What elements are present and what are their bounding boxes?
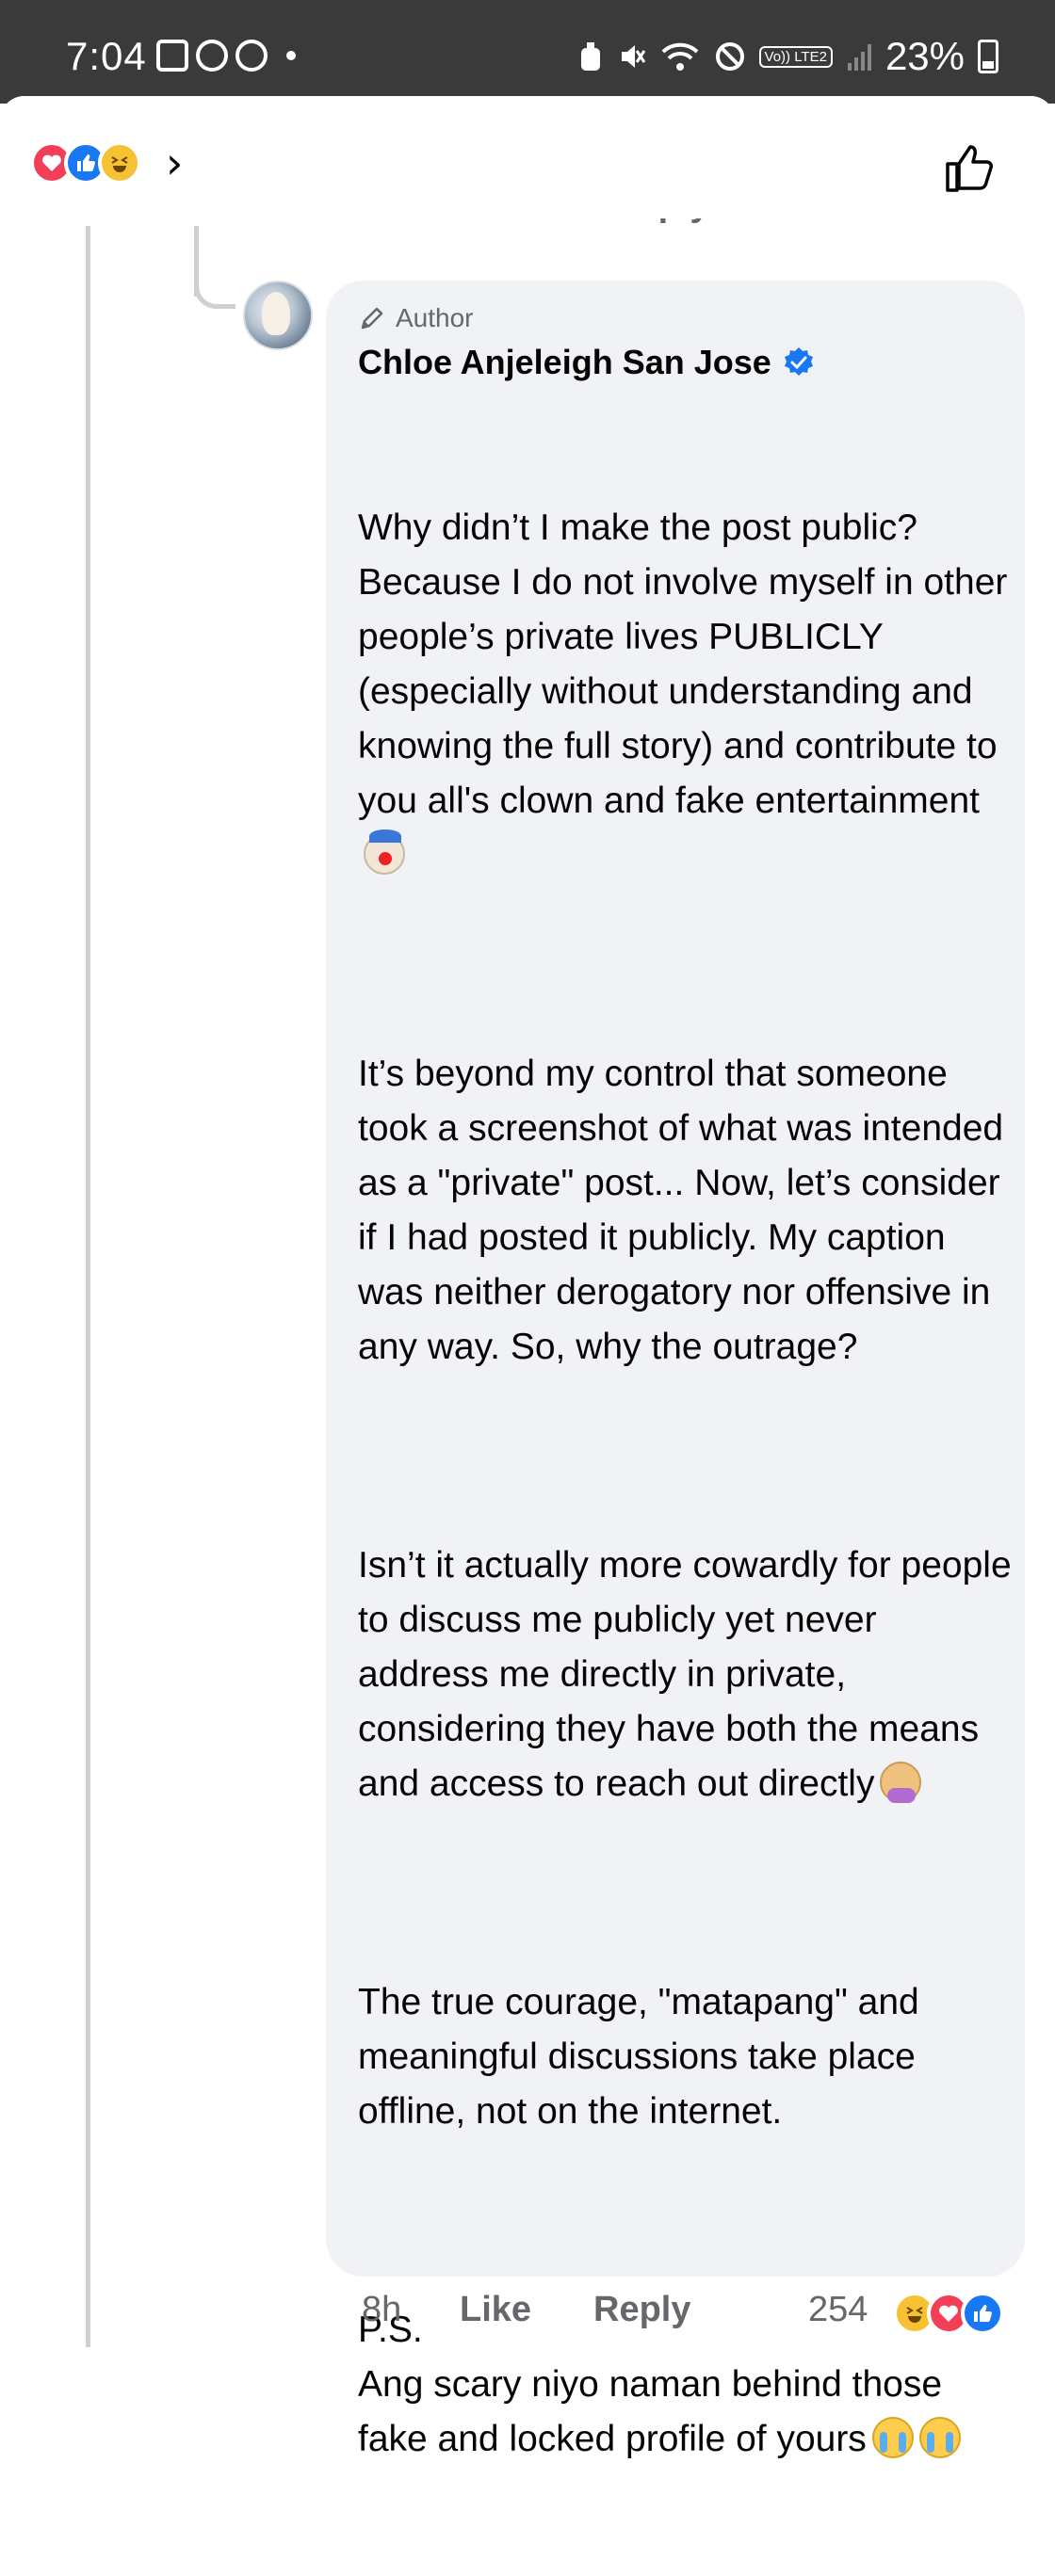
chevron-right-icon[interactable]: › <box>166 141 183 185</box>
alarm-icon <box>580 42 600 71</box>
comment-reactions[interactable] <box>893 2292 1004 2335</box>
comment-time: 8h <box>362 2290 402 2329</box>
loudly-crying-face-emoji-icon <box>871 2417 914 2458</box>
person-shrugging-emoji-icon <box>880 1762 922 1803</box>
more-notifications-dot-icon <box>286 51 296 60</box>
comment-actions: 8h Like Reply 254 <box>0 2290 1055 2343</box>
signal-icon <box>847 44 871 71</box>
mute-icon <box>621 45 645 68</box>
comment-paragraph: It’s beyond my control that someone took… <box>358 1054 1014 1367</box>
reply-button[interactable]: Reply <box>593 2290 690 2330</box>
whatsapp-business-icon <box>235 40 268 72</box>
status-bar: 7:04 Vo)) LTE2 23% <box>0 0 1055 104</box>
haha-reaction-icon <box>98 141 141 185</box>
battery-percentage: 23% <box>885 34 965 78</box>
like-button[interactable]: Like <box>460 2290 531 2330</box>
whatsapp-icon <box>196 40 228 72</box>
clown-face-emoji-icon <box>364 829 405 875</box>
like-reaction-icon <box>961 2292 1004 2335</box>
do-not-disturb-icon <box>715 42 744 71</box>
reactions-summary[interactable]: › <box>30 141 183 185</box>
author-name-row: Chloe Anjeleigh San Jose <box>358 343 815 382</box>
comment-paragraph: Isn’t it actually more cowardly for peop… <box>358 1545 1022 1804</box>
volte-indicator: Vo)) LTE2 <box>758 45 833 68</box>
verified-badge-icon <box>784 347 813 376</box>
reaction-count[interactable]: 254 <box>808 2290 868 2330</box>
author-badge: Author <box>358 303 474 333</box>
author-badge-label: Author <box>396 303 474 332</box>
comment-bubble[interactable]: Author Chloe Anjeleigh San Jose Why didn… <box>326 281 1025 2459</box>
comment-body: Why didn’t I make the post public? Becau… <box>358 392 1017 2576</box>
avatar[interactable] <box>243 281 313 350</box>
wifi-icon <box>661 42 698 71</box>
notification-icons <box>156 40 296 72</box>
gallery-icon <box>156 40 188 72</box>
thread-branch <box>194 275 235 309</box>
comment-paragraph: Why didn’t I make the post public? Becau… <box>358 501 1017 883</box>
comment-paragraph: The true courage, "matapang" and meaning… <box>358 1982 930 2132</box>
pencil-icon <box>361 307 383 330</box>
author-name[interactable]: Chloe Anjeleigh San Jose <box>358 343 771 382</box>
system-icons: Vo)) LTE2 23% <box>576 34 998 79</box>
thumbs-up-outline-icon[interactable] <box>940 137 1000 198</box>
status-time: 7:04 <box>66 34 147 78</box>
thread-line <box>86 226 90 2347</box>
loudly-crying-face-emoji-icon <box>918 2417 961 2458</box>
battery-icon <box>978 40 998 73</box>
sheet-header: › <box>0 96 1055 218</box>
